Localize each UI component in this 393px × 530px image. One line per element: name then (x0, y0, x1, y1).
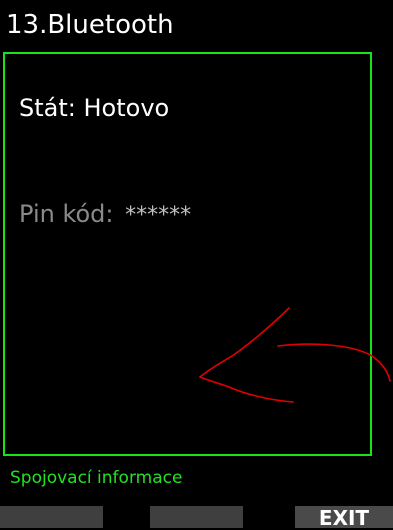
connection-info-panel: Stát: Hotovo Pin kód: ****** (3, 52, 372, 456)
status-label: Stát: (19, 94, 76, 122)
status-value: Hotovo (83, 94, 170, 122)
softkey-middle[interactable] (150, 506, 243, 528)
dive-computer-screen: 13.Bluetooth Stát: Hotovo Pin kód: *****… (0, 0, 393, 530)
pin-row: Pin kód: ****** (19, 200, 191, 228)
pin-value: ****** (125, 203, 192, 228)
pin-label: Pin kód: (19, 200, 114, 228)
page-title: 13.Bluetooth (6, 10, 174, 40)
connection-info-label: Spojovací informace (10, 468, 183, 488)
status-row: Stát: Hotovo (19, 94, 169, 122)
exit-button[interactable]: EXIT (295, 506, 393, 530)
softkey-left[interactable] (0, 506, 103, 528)
